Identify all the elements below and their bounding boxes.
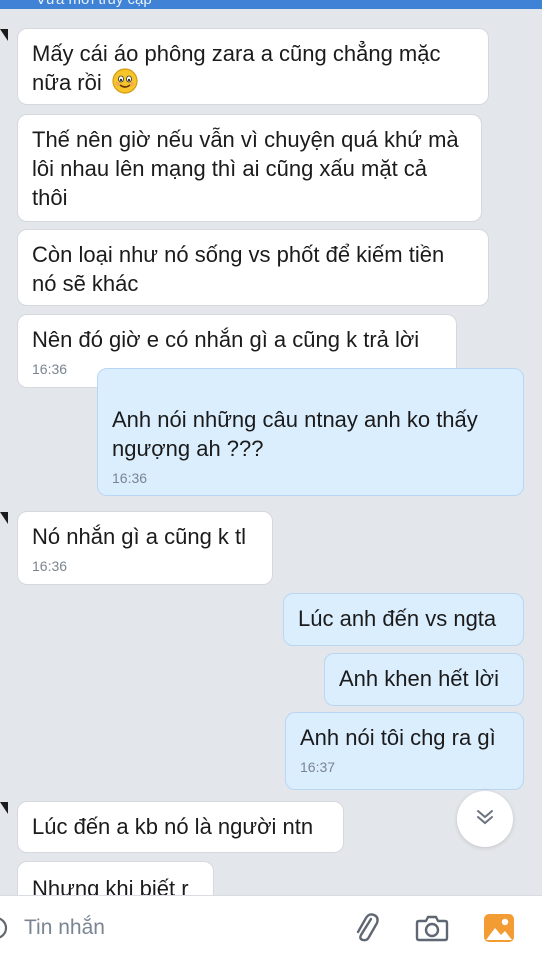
message-bubble[interactable]: Mấy cái áo phông zara a cũng chẳng mặc n… [17,28,489,105]
sender-marker [0,802,8,814]
message-time: 16:36 [32,558,68,574]
message-text: Mấy cái áo phông zara a cũng chẳng mặc n… [32,41,441,95]
message-bubble[interactable]: Anh nói tôi chg ra gì 16:37 [285,712,524,790]
paperclip-icon[interactable] [346,908,386,948]
message-bubble[interactable]: Còn loại như nó sống vs phốt để kiếm tiề… [17,229,489,306]
message-time: 16:36 [112,470,148,486]
sender-marker [0,29,8,41]
message-bubble[interactable]: Nó nhắn gì a cũng k tl 16:36 [17,511,273,585]
message-time: 16:37 [300,759,336,775]
message-text: Thế nên giờ nếu vẫn vì chuyện quá khứ mà… [32,127,459,210]
gallery-icon[interactable] [479,908,519,948]
emoji-icon[interactable] [0,912,10,949]
message-text: Lúc đến a kb nó là người ntn [32,814,314,839]
message-text: Nhưng khi biết r [32,876,189,895]
composer-bar: Tin nhắn [0,895,542,961]
message-list[interactable]: Mấy cái áo phông zara a cũng chẳng mặc n… [0,9,542,895]
sender-marker [0,512,8,524]
message-bubble[interactable]: Lúc đến a kb nó là người ntn [17,801,344,853]
camera-icon[interactable] [412,908,452,948]
message-bubble[interactable]: Nhưng khi biết r [17,861,214,895]
header-bar: Vừa mới truy cập [0,0,542,9]
message-text: Nên đó giờ e có nhắn gì a cũng k trả lời [32,327,420,352]
header-status: Vừa mới truy cập [36,0,152,8]
message-bubble[interactable]: Thế nên giờ nếu vẫn vì chuyện quá khứ mà… [17,114,482,222]
message-bubble[interactable]: Anh khen hết lời [324,653,524,706]
message-bubble[interactable]: Anh nói những câu ntnay anh ko thấy ngượ… [97,368,524,496]
message-text: Nó nhắn gì a cũng k tl [32,524,247,549]
message-text: Anh nói tôi chg ra gì [300,725,496,750]
message-text: Anh nói những câu ntnay anh ko thấy ngượ… [112,407,478,461]
scroll-down-button[interactable] [457,791,513,847]
message-text: Còn loại như nó sống vs phốt để kiếm tiề… [32,242,445,296]
smile-emoji-icon [112,68,138,101]
message-bubble[interactable]: Lúc anh đến vs ngta [283,593,524,646]
message-text: Lúc anh đến vs ngta [298,606,497,631]
message-input[interactable]: Tin nhắn [24,910,324,946]
message-text: Anh khen hết lời [339,666,499,691]
double-chevron-down-icon [474,806,496,833]
